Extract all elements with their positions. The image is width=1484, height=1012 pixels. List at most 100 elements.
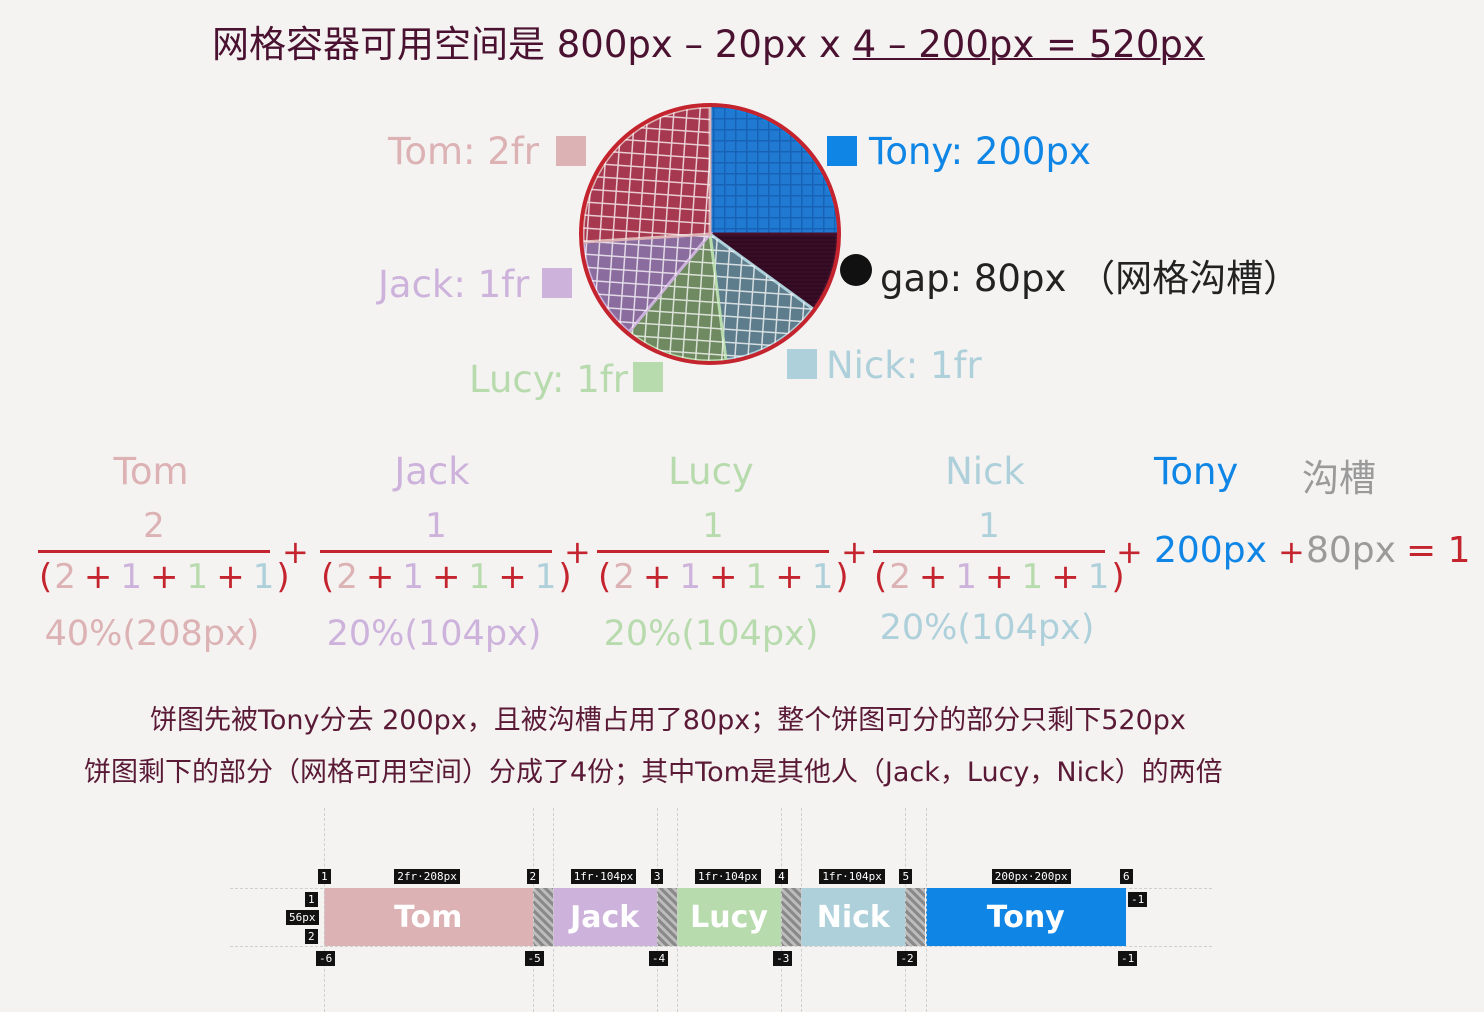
plus-sign: + [282,533,309,571]
denominator-token: ( [874,557,888,597]
legend-gap-dot [840,254,872,286]
formula-header-jack: Jack [394,450,470,493]
grid-gap [656,888,677,946]
grid-cell-tony: Tony [925,888,1126,946]
grid-line-number: 3 [650,869,664,884]
denominator-token: 1 [402,557,425,597]
legend-nick: Nick: 1fr [826,344,982,387]
fraction-bar [320,550,552,553]
legend-jack: Jack: 1fr [378,263,530,306]
denominator-token: 2 [54,557,76,597]
grid-line [676,808,678,1012]
denominator-token: + [83,557,113,597]
grid-cell-tom: Tom [324,888,533,946]
legend-tom: Tom: 2fr [388,130,539,173]
fraction-denominator: (2 +1 +1 +1) [320,557,573,597]
grid-line [230,946,1212,947]
denominator-token: ( [321,557,335,597]
fraction-percent: 20%(104px) [603,614,819,654]
fraction-percent: 20%(104px) [326,614,542,654]
legend-lucy-swatch [633,362,663,392]
denominator-token: + [775,557,804,597]
legend-nick-swatch [787,349,817,379]
denominator-token: ( [39,557,53,597]
row-line-number-negative: -1 [1128,892,1148,907]
grid-line-number: 6 [1120,869,1133,884]
grid-line-number-negative: -6 [316,951,336,966]
denominator-token: + [365,557,395,597]
tony-value: 200px [1154,530,1267,571]
plus-sign: + [1278,533,1305,571]
plus-sign: + [1116,533,1143,571]
denominator-token: 1 [468,557,491,597]
grid-line [552,808,554,1012]
grid-gap [905,888,926,946]
grid-line-number-negative: -2 [897,951,917,966]
legend-tony: Tony: 200px [869,130,1091,173]
formula-header-tom: Tom [113,450,189,493]
track-size-tag: 1fr·104px [695,869,761,884]
fraction-numerator: 1 [978,506,1000,546]
formula-header-tony: Tony [1154,450,1239,493]
formula-header-gap: 沟槽 [1302,457,1376,500]
description-line-2: 饼图剩下的部分（网格可用空间）分成了4份；其中Tom是其他人（Jack，Lucy… [84,757,1223,788]
grid-line [532,808,534,1012]
denominator-token: 1 [955,557,978,597]
denominator-token: + [1051,557,1080,597]
grid-line [925,808,927,1012]
denominator-token: 1 [1087,557,1110,597]
plus-sign: + [564,533,591,571]
grid-line [801,808,803,1012]
plus-sign: + [841,533,868,571]
grid-line [905,808,907,1012]
pie-chart [579,103,841,365]
fraction-bar [38,550,270,553]
description-line-1: 饼图先被Tony分去 200px，且被沟槽占用了80px；整个饼图可分的部分只剩… [150,705,1186,736]
title-result: 4 – 200px = 520px [852,23,1205,66]
row-size-tag: 56px [286,910,319,925]
grid-line [656,808,658,1012]
formula-header-lucy: Lucy [668,450,754,493]
grid-track: Tom Jack Lucy Nick Tony [324,888,1126,946]
formula-header-nick: Nick [945,450,1025,493]
page-title: 网格容器可用空间是 800px – 20px x 4 – 200px = 520… [212,14,1205,68]
denominator-token: 2 [336,557,358,597]
grid-cell-jack: Jack [552,888,657,946]
grid-cell-nick: Nick [801,888,906,946]
fraction-percent: 20%(104px) [879,608,1095,648]
grid-line-number: 5 [899,869,913,884]
denominator-token: + [642,557,672,597]
legend-tom-swatch [556,136,586,166]
grid-line-number-negative: -5 [524,951,544,966]
row-line-number: 2 [305,929,318,944]
pie-slice-pattern [583,107,710,242]
track-size-tag: 2fr·208px [394,869,460,884]
legend-jack-swatch [542,268,572,298]
pie-slice-tint [710,107,837,234]
fraction-denominator: (2 +1 +1 +1) [38,557,291,597]
fraction-denominator: (2 +1 +1 +1) [597,557,850,597]
denominator-token: 1 [186,557,209,597]
fraction-numerator: 1 [425,506,447,546]
denominator-token: 1 [679,557,702,597]
denominator-token: + [150,557,179,597]
denominator-token: + [498,557,527,597]
denominator-token: + [709,557,738,597]
track-size-tag: 200px·200px [991,869,1071,884]
denominator-token: 1 [745,557,768,597]
grid-line-number-negative: -4 [648,951,669,966]
denominator-token: 1 [252,557,275,597]
track-size-tag: 1fr·104px [570,869,637,884]
denominator-token: 1 [534,557,557,597]
grid-line-number: 2 [526,869,540,884]
track-size-tag: 1fr·104px [819,869,885,884]
denominator-token: + [432,557,461,597]
title-prefix: 网格容器可用空间是 800px – 20px x [212,23,853,66]
legend-lucy: Lucy: 1fr [469,358,628,401]
grid-line [324,808,325,1012]
fraction-bar [597,550,829,553]
fraction-numerator: 1 [702,506,724,546]
fraction-bar [873,550,1105,553]
denominator-token: 1 [120,557,143,597]
denominator-token: + [985,557,1014,597]
